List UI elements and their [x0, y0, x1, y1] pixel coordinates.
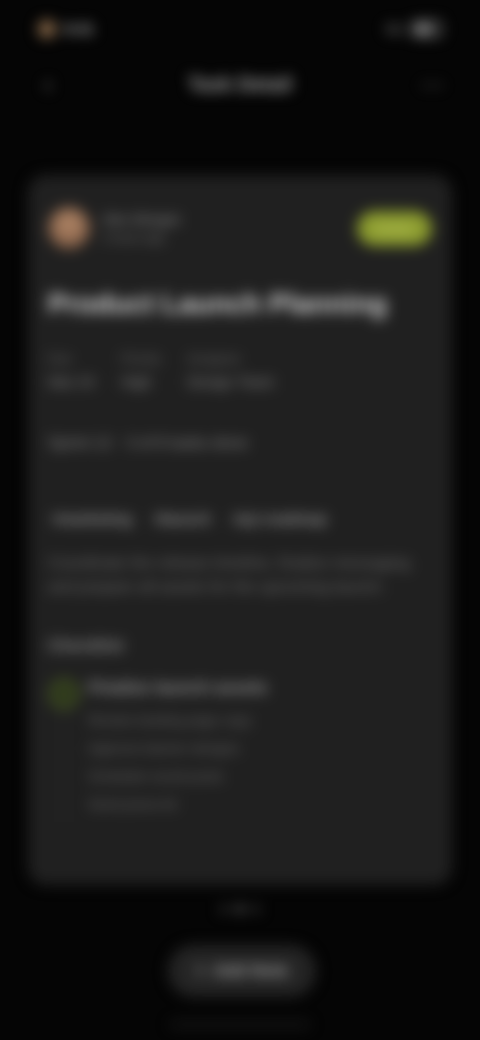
task-title: Product Launch Planning	[48, 288, 388, 319]
recording-indicator-icon	[38, 20, 56, 38]
status-badge[interactable]: Active	[356, 210, 432, 246]
tag[interactable]: #marketing	[48, 507, 136, 532]
chevron-left-icon: ‹	[44, 71, 52, 98]
list-item[interactable]: Approve banner designs	[88, 740, 432, 756]
add-note-label: Add Note	[213, 961, 289, 980]
description: Coordinate the release timeline, finaliz…	[48, 554, 410, 596]
meta-due: Due Mar 24	[48, 351, 95, 391]
tag[interactable]: #launch	[150, 507, 215, 532]
meta-row: Due Mar 24 Priority High Assignee Design…	[48, 351, 432, 391]
timeline-line	[63, 709, 65, 822]
list-item[interactable]: Review landing page copy	[88, 712, 432, 728]
list-item[interactable]: Send press kit	[88, 796, 432, 812]
author-name: Alex Morgan	[102, 211, 181, 227]
status-time: 9:41	[64, 20, 95, 38]
back-button[interactable]: ‹	[30, 67, 66, 103]
info-line: Sprint 12 · 3 of 8 tasks done	[48, 434, 249, 452]
add-note-button[interactable]: + Add Note	[168, 945, 316, 997]
meta-priority: Priority High	[121, 351, 161, 391]
meta-assignee: Assignee Design Team	[187, 351, 274, 391]
more-icon: ⋯	[420, 71, 444, 99]
meta-value: Design Team	[187, 373, 275, 391]
plus-icon: +	[195, 961, 206, 980]
status-bar: 9:41 5G	[0, 14, 480, 44]
network-label: 5G	[385, 21, 404, 37]
checkbox-icon[interactable]	[48, 677, 80, 710]
meta-value: Mar 24	[48, 373, 95, 391]
battery-icon	[412, 21, 442, 37]
home-indicator	[170, 1022, 310, 1027]
tag[interactable]: #q1-roadmap	[229, 507, 331, 532]
app-screen: 9:41 5G ‹ Task Detail ⋯ Alex Morgan 2 ho…	[0, 0, 480, 1040]
page-dot	[252, 905, 260, 913]
card-header: Alex Morgan 2 hours ago Active	[48, 207, 432, 249]
status-right: 5G	[385, 21, 442, 37]
list-item[interactable]: Schedule social posts	[88, 768, 432, 784]
page-indicator	[0, 905, 480, 913]
author-text: Alex Morgan 2 hours ago	[102, 211, 181, 245]
avatar	[48, 207, 90, 249]
page-dot-active	[236, 905, 244, 913]
page-title: Task Detail	[187, 73, 293, 96]
tag-list: #marketing #launch #q1-roadmap	[48, 507, 432, 532]
more-button[interactable]: ⋯	[414, 67, 450, 103]
meta-value: High	[120, 373, 152, 391]
section-title: Checklist	[48, 635, 124, 655]
meta-label: Priority	[120, 350, 162, 366]
checklist-heading: Finalize launch assets	[88, 677, 268, 697]
meta-label: Assignee	[187, 350, 241, 366]
page-dot	[220, 905, 228, 913]
blurred-content: 9:41 5G ‹ Task Detail ⋯ Alex Morgan 2 ho…	[0, 0, 480, 1040]
task-card[interactable]: Alex Morgan 2 hours ago Active Product L…	[28, 175, 452, 885]
status-left: 9:41	[38, 20, 94, 38]
author-meta: 2 hours ago	[102, 231, 166, 245]
author[interactable]: Alex Morgan 2 hours ago	[48, 207, 181, 249]
checklist: Finalize launch assets Review landing pa…	[48, 677, 432, 822]
top-nav: ‹ Task Detail ⋯	[0, 60, 480, 110]
meta-label: Due	[48, 350, 72, 366]
